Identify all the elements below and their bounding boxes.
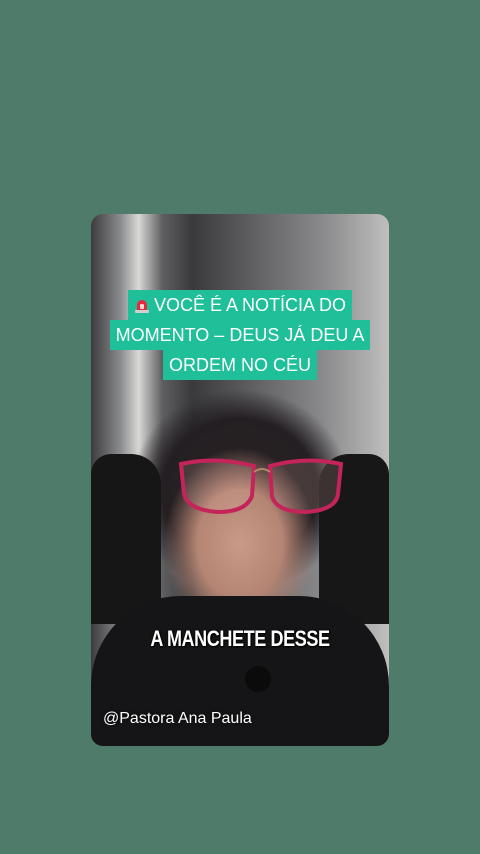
video-player[interactable]: VOCÊ É A NOTÍCIA DO MOMENTO – DEUS JÁ DE… <box>91 214 389 746</box>
police-siren-icon <box>134 300 149 313</box>
video-caption-title: VOCÊ É A NOTÍCIA DO MOMENTO – DEUS JÁ DE… <box>91 290 389 380</box>
caption-line-3: ORDEM NO CÉU <box>162 350 317 380</box>
lapel-microphone <box>245 666 271 692</box>
caption-line-1-text: VOCÊ É A NOTÍCIA DO <box>153 295 347 315</box>
creator-watermark: @Pastora Ana Paula <box>103 710 252 727</box>
caption-line-1: VOCÊ É A NOTÍCIA DO <box>127 290 353 320</box>
video-subtitle: A MANCHETE DESSE <box>150 626 330 651</box>
car-seat-headrest-left <box>91 454 161 624</box>
caption-line-2: MOMENTO – DEUS JÁ DEU A <box>109 320 371 350</box>
glasses-graphic <box>178 458 344 515</box>
